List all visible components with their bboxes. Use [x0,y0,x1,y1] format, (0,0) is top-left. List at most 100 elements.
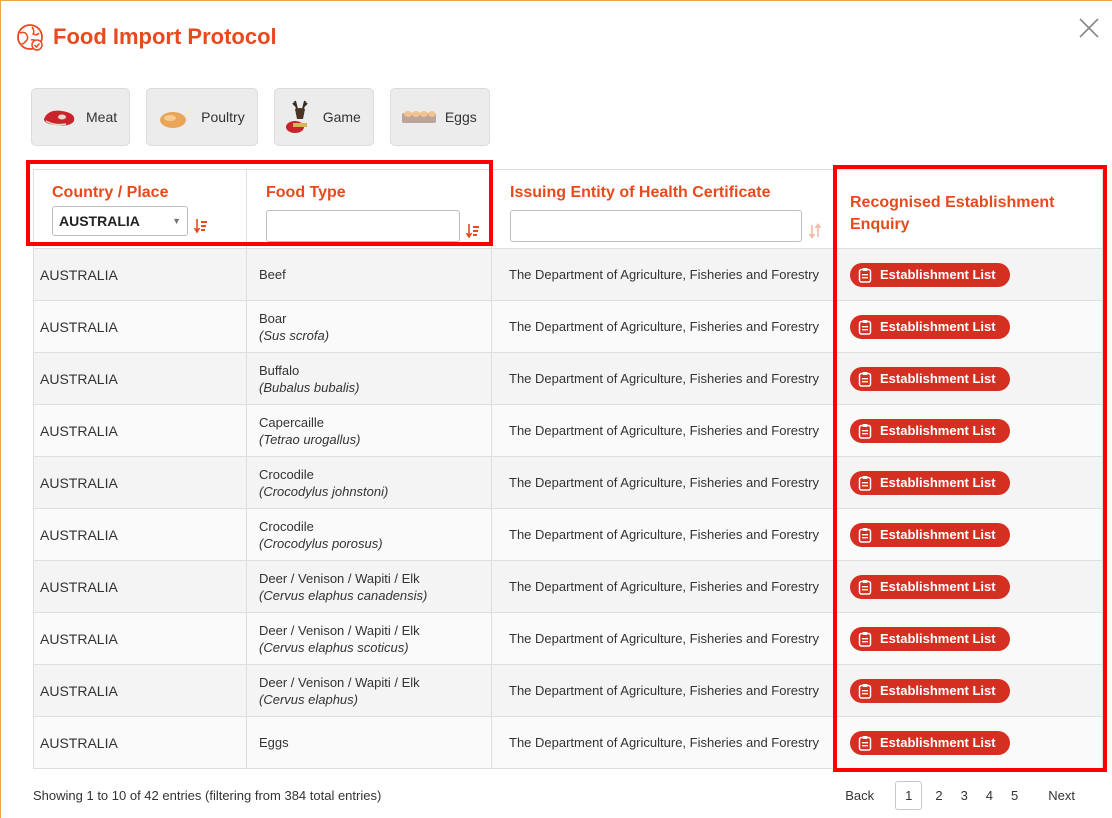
cell-issuer: The Department of Agriculture, Fisheries… [491,612,834,665]
poultry-icon [160,108,193,128]
cell-issuer: The Department of Agriculture, Fisheries… [491,716,834,769]
establishment-list-button[interactable]: Establishment List [850,730,1010,755]
table-row: AUSTRALIA Beef The Department of Agricul… [33,248,1103,301]
pagination-next[interactable]: Next [1039,788,1084,803]
issuer-filter-input[interactable] [510,210,802,242]
food-name: Eggs [259,735,289,750]
close-icon[interactable] [1076,15,1102,41]
category-label: Game [322,109,361,125]
establishment-list-label: Establishment List [880,579,996,594]
sort-desc-icon[interactable] [194,218,208,234]
pagination-page-5[interactable]: 5 [1002,788,1027,803]
table-row: AUSTRALIA Buffalo (Bubalus bubalis) The D… [33,352,1103,405]
food-name: Deer / Venison / Wapiti / Elk [259,622,420,638]
establishment-list-label: Establishment List [880,267,996,282]
establishment-list-label: Establishment List [880,319,996,334]
cell-issuer: The Department of Agriculture, Fisheries… [491,560,834,613]
establishment-list-button[interactable]: Establishment List [850,262,1010,287]
cell-food-type: Boar (Sus scrofa) [246,300,492,353]
cell-food-type: Deer / Venison / Wapiti / Elk (Cervus ela… [246,612,492,665]
clipboard-icon [858,319,872,335]
food-scientific-name: (Cervus elaphus) [259,691,358,707]
category-tabs: Meat Poultry Game Eggs [31,88,490,146]
cell-food-type: Beef [246,248,492,301]
cell-establishment: Establishment List [833,300,1103,353]
food-scientific-name: (Bubalus bubalis) [259,379,360,395]
cell-issuer: The Department of Agriculture, Fisheries… [491,456,834,509]
establishment-list-label: Establishment List [880,683,996,698]
cell-country: AUSTRALIA [33,456,247,509]
cell-food-type: Crocodile (Crocodylus johnstoni) [246,456,492,509]
cell-establishment: Establishment List [833,352,1103,405]
establishment-list-button[interactable]: Establishment List [850,470,1010,495]
establishment-list-button[interactable]: Establishment List [850,678,1010,703]
table-row: AUSTRALIA Crocodile (Crocodylus johnstoni… [33,456,1103,509]
cell-country: AUSTRALIA [33,300,247,353]
cell-issuer: The Department of Agriculture, Fisheries… [491,248,834,301]
modal-title: Food Import Protocol [53,24,277,49]
cell-establishment: Establishment List [833,612,1103,665]
category-game-button[interactable]: Game [273,88,374,146]
clipboard-icon [858,735,872,751]
column-country: Country / Place AUSTRALIA ▼ [33,169,247,249]
cell-establishment: Establishment List [833,664,1103,717]
clipboard-icon [858,683,872,699]
establishment-list-button[interactable]: Establishment List [850,418,1010,443]
food-name: Capercaille [259,414,325,430]
establishment-list-button[interactable]: Establishment List [850,314,1010,339]
clipboard-icon [858,371,872,387]
food-name: Boar [259,310,287,326]
pagination-back[interactable]: Back [836,788,883,803]
cell-issuer: The Department of Agriculture, Fisheries… [491,404,834,457]
clipboard-icon [858,579,872,595]
country-select[interactable]: AUSTRALIA ▼ [52,206,188,236]
pagination-page-1[interactable]: 1 [895,781,923,810]
meat-icon [44,110,75,126]
table-row: AUSTRALIA Deer / Venison / Wapiti / Elk(… [33,664,1103,717]
food-scientific-name: (Cervus elaphus scoticus) [259,639,409,655]
column-food-type-label: Food Type [266,184,346,201]
establishment-list-button[interactable]: Establishment List [850,366,1010,391]
cell-issuer: The Department of Agriculture, Fisheries… [491,352,834,405]
cell-establishment: Establishment List [833,716,1103,769]
sort-desc-icon[interactable] [466,223,480,239]
table-row: AUSTRALIA Deer / Venison / Wapiti / Elk(… [33,612,1103,665]
column-establishment-label: Recognised Establishment Enquiry [850,194,1055,233]
cell-country: AUSTRALIA [33,664,247,717]
establishment-list-button[interactable]: Establishment List [850,574,1010,599]
pagination-page-3[interactable]: 3 [952,788,977,803]
food-name: Beef [259,267,286,282]
table-header-row: Country / Place AUSTRALIA ▼ Food Type Is… [33,169,1103,249]
category-eggs-button[interactable]: Eggs [389,88,490,146]
table-row: AUSTRALIA Crocodile (Crocodylus porosus) … [33,508,1103,561]
category-label: Eggs [444,109,477,125]
clipboard-icon [858,475,872,491]
food-scientific-name: (Cervus elaphus canadensis) [259,587,428,603]
food-name: Deer / Venison / Wapiti / Elk [259,570,420,586]
clipboard-icon [858,423,872,439]
food-scientific-name: (Sus scrofa) [259,327,330,343]
cell-country: AUSTRALIA [33,352,247,405]
establishment-list-label: Establishment List [880,423,996,438]
column-issuer-label: Issuing Entity of Health Certificate [510,184,771,201]
table-row: AUSTRALIA Boar (Sus scrofa) The Departmen… [33,300,1103,353]
establishment-list-button[interactable]: Establishment List [850,626,1010,651]
pagination-page-2[interactable]: 2 [926,788,951,803]
cell-country: AUSTRALIA [33,248,247,301]
sort-icon[interactable] [808,223,822,239]
cell-establishment: Establishment List [833,508,1103,561]
food-name: Crocodile [259,518,314,534]
cell-food-type: Eggs [246,716,492,769]
establishment-list-button[interactable]: Establishment List [850,522,1010,547]
food-name: Crocodile [259,466,314,482]
food-scientific-name: (Tetrao urogallus) [259,431,361,447]
food-type-filter-input[interactable] [266,210,460,242]
category-poultry-button[interactable]: Poultry [146,88,258,146]
food-import-modal: Food Import Protocol Meat Poultry Game E… [0,0,1112,818]
column-country-label: Country / Place [52,184,169,201]
category-meat-button[interactable]: Meat [31,88,131,146]
cell-issuer: The Department of Agriculture, Fisheries… [491,508,834,561]
pagination-page-4[interactable]: 4 [977,788,1002,803]
table-row: AUSTRALIA Eggs The Department of Agricul… [33,716,1103,769]
cell-issuer: The Department of Agriculture, Fisheries… [491,300,834,353]
